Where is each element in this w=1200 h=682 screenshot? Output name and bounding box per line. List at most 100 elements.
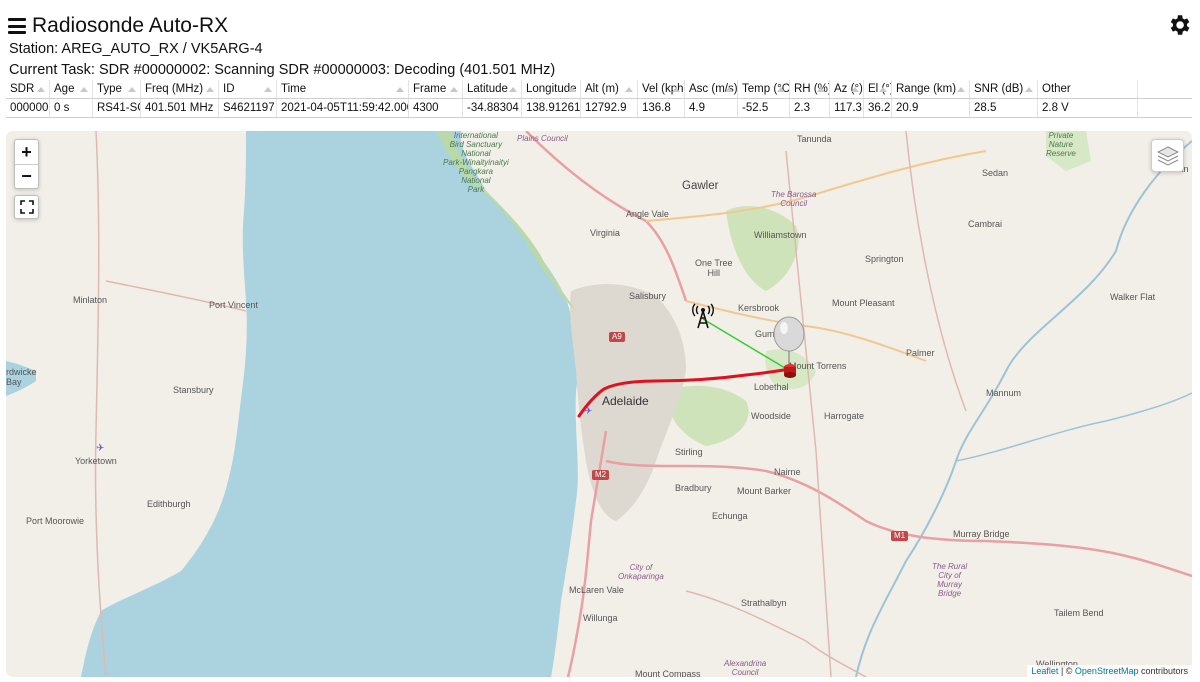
sort-arrow-icon bbox=[568, 87, 576, 92]
fullscreen-button[interactable] bbox=[14, 195, 39, 219]
sort-arrow-icon bbox=[777, 87, 785, 92]
table-cell: -52.5 bbox=[738, 99, 790, 117]
airport-icon: ✈ bbox=[96, 443, 105, 454]
column-header[interactable]: Freq (MHz) bbox=[141, 80, 219, 98]
column-header[interactable]: Asc (m/s) bbox=[685, 80, 738, 98]
zoom-in-button[interactable]: + bbox=[15, 140, 38, 164]
sort-arrow-icon bbox=[957, 87, 965, 92]
council-label: City of Onkaparinga bbox=[618, 563, 664, 581]
place-label: Adelaide bbox=[602, 394, 649, 408]
place-label: Stirling bbox=[675, 447, 703, 457]
attribution-tail: contributors bbox=[1138, 666, 1188, 676]
council-label: The Rural City of Murray Bridge bbox=[932, 562, 968, 598]
place-label: Salisbury bbox=[629, 291, 667, 301]
place-label: Yorketown bbox=[75, 456, 117, 466]
place-label: Stansbury bbox=[173, 385, 214, 395]
map-attribution: Leaflet | © OpenStreetMap contributors bbox=[1027, 665, 1192, 677]
table-cell: 0 s bbox=[50, 99, 93, 117]
gear-icon[interactable] bbox=[1166, 12, 1192, 38]
sort-arrow-icon bbox=[80, 87, 88, 92]
place-label: Gawler bbox=[682, 180, 719, 192]
table-cell: -34.88304 bbox=[463, 99, 522, 117]
table-cell: 000000... bbox=[6, 99, 50, 117]
place-label: Edithburgh bbox=[147, 499, 191, 509]
column-header[interactable]: SDR bbox=[6, 80, 50, 98]
table-cell: S4621197 bbox=[219, 99, 277, 117]
table-cell: 401.501 MHz bbox=[141, 99, 219, 117]
place-label: Tanunda bbox=[797, 134, 832, 144]
table-cell: 117.3 bbox=[830, 99, 864, 117]
app-title: Radiosonde Auto-RX bbox=[32, 14, 229, 37]
place-label: Lobethal bbox=[754, 382, 789, 392]
table-cell: 2021-04-05T11:59:42.000Z bbox=[277, 99, 409, 117]
column-header[interactable]: Other bbox=[1038, 80, 1138, 98]
antenna-icon[interactable] bbox=[692, 303, 714, 329]
place-label: rdwicke Bay bbox=[6, 367, 37, 387]
road-shield-m2: M2 bbox=[592, 470, 610, 480]
council-label: Plains Council bbox=[517, 134, 568, 143]
table-header: SDR Age Type Freq (MHz) ID Time Frame Latitude L… bbox=[6, 80, 1192, 99]
column-header[interactable]: Temp (°C) bbox=[738, 80, 790, 98]
place-label: Walker Flat bbox=[1110, 292, 1156, 302]
column-header[interactable]: Type bbox=[93, 80, 141, 98]
place-label: Mannum bbox=[986, 388, 1022, 398]
column-header[interactable]: ID bbox=[219, 80, 277, 98]
table-cell: 28.5 bbox=[970, 99, 1038, 117]
place-label: Mount Barker bbox=[737, 486, 792, 496]
sort-arrow-icon bbox=[128, 87, 136, 92]
place-label: Woodside bbox=[751, 411, 791, 421]
zoom-out-button[interactable]: − bbox=[15, 164, 38, 188]
place-label: Springton bbox=[865, 254, 904, 264]
place-label: Angle Vale bbox=[626, 209, 669, 219]
table-cell: 20.9 bbox=[892, 99, 970, 117]
sort-arrow-icon bbox=[851, 87, 859, 92]
table-row[interactable]: 000000...0 sRS41-SG401.501 MHzS462119720… bbox=[6, 99, 1192, 118]
menu-icon[interactable] bbox=[8, 18, 26, 34]
payload-icon[interactable] bbox=[782, 362, 798, 380]
place-label: Kersbrook bbox=[738, 303, 780, 313]
place-label: Echunga bbox=[712, 511, 748, 521]
gulf-sea bbox=[81, 131, 579, 677]
column-header[interactable]: Time bbox=[277, 80, 409, 98]
place-label: Willunga bbox=[583, 613, 618, 623]
column-header[interactable]: Range (km) bbox=[892, 80, 970, 98]
leaflet-link[interactable]: Leaflet bbox=[1031, 666, 1058, 676]
place-label: Murray Bridge bbox=[953, 529, 1010, 539]
road-shield-m1: M1 bbox=[891, 531, 909, 541]
council-label: Alexandrina Council bbox=[724, 659, 767, 677]
attribution-separator: | © bbox=[1058, 666, 1075, 676]
osm-link[interactable]: OpenStreetMap bbox=[1075, 666, 1139, 676]
column-header[interactable]: Latitude bbox=[463, 80, 522, 98]
column-header[interactable]: Frame bbox=[409, 80, 463, 98]
sort-arrow-icon bbox=[725, 87, 733, 92]
road-shield-a9: A9 bbox=[609, 332, 625, 342]
park-label: Private Nature Reserve bbox=[1046, 131, 1076, 158]
column-header[interactable]: Age bbox=[50, 80, 93, 98]
column-header[interactable]: Alt (m) bbox=[581, 80, 638, 98]
map[interactable]: Gawler Adelaide Angle Vale Virginia Sali… bbox=[6, 131, 1192, 677]
place-label: Tailem Bend bbox=[1054, 608, 1104, 618]
place-label: McLaren Vale bbox=[569, 585, 624, 595]
map-tiles bbox=[6, 131, 1192, 677]
column-header[interactable]: Longitude bbox=[522, 80, 581, 98]
place-label: Williamstown bbox=[754, 230, 807, 240]
sort-arrow-icon bbox=[625, 87, 633, 92]
place-label: Port Vincent bbox=[209, 300, 258, 310]
place-label: Palmer bbox=[906, 348, 935, 358]
table-cell: 4300 bbox=[409, 99, 463, 117]
column-header[interactable]: RH (%) bbox=[790, 80, 830, 98]
place-label: Mount Compass bbox=[635, 669, 701, 677]
fullscreen-icon bbox=[19, 200, 34, 214]
place-label: One Tree Hill bbox=[695, 258, 733, 278]
sort-arrow-icon bbox=[879, 87, 887, 92]
column-header[interactable]: El (°) bbox=[864, 80, 892, 98]
column-header[interactable]: SNR (dB) bbox=[970, 80, 1038, 98]
sort-arrow-icon bbox=[817, 87, 825, 92]
column-header[interactable]: Az (°) bbox=[830, 80, 864, 98]
column-header[interactable]: Vel (kph) bbox=[638, 80, 685, 98]
sort-arrow-icon bbox=[396, 87, 404, 92]
layers-button[interactable] bbox=[1151, 139, 1184, 172]
station-label: Station: AREG_AUTO_RX / VK5ARG-4 bbox=[9, 41, 263, 57]
park-label: International Bird Sanctuary National Pa… bbox=[443, 131, 509, 194]
zoom-control: + − bbox=[14, 139, 39, 189]
